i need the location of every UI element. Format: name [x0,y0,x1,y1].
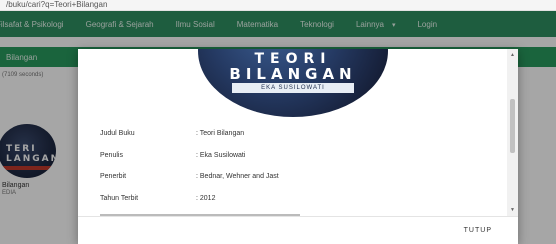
modal-content[interactable]: TEORI BILANGAN EKA SUSILOWATI Judul Buku… [78,49,506,216]
detail-value: : Teori Bilangan [196,130,245,137]
detail-label: Penerbit [100,173,127,180]
address-bar[interactable]: /buku/cari?q=Teori+Bilangan [0,0,556,11]
detail-label: Judul Buku [100,130,135,137]
modal-footer: TUTUP [78,216,518,244]
cover-title-line-2: BILANGAN [229,65,357,83]
detail-value: : Eka Susilowati [196,152,246,159]
close-button[interactable]: TUTUP [464,227,492,234]
detail-label: Penulis [100,152,123,159]
scroll-down-icon[interactable]: ▼ [510,207,515,213]
book-detail-modal: TEORI BILANGAN EKA SUSILOWATI Judul Buku… [78,49,518,244]
scrollbar-thumb[interactable] [510,99,515,153]
modal-scrollbar[interactable]: ▲ ▼ [507,49,518,216]
book-cover-image: TEORI BILANGAN EKA SUSILOWATI [198,49,388,117]
detail-value: : 2012 [196,195,216,202]
detail-value: : Bednar, Wehner and Jast [196,173,279,180]
scroll-up-icon[interactable]: ▲ [510,52,515,58]
detail-label: Tahun Terbit [100,195,139,202]
cover-author: EKA SUSILOWATI [232,83,354,93]
